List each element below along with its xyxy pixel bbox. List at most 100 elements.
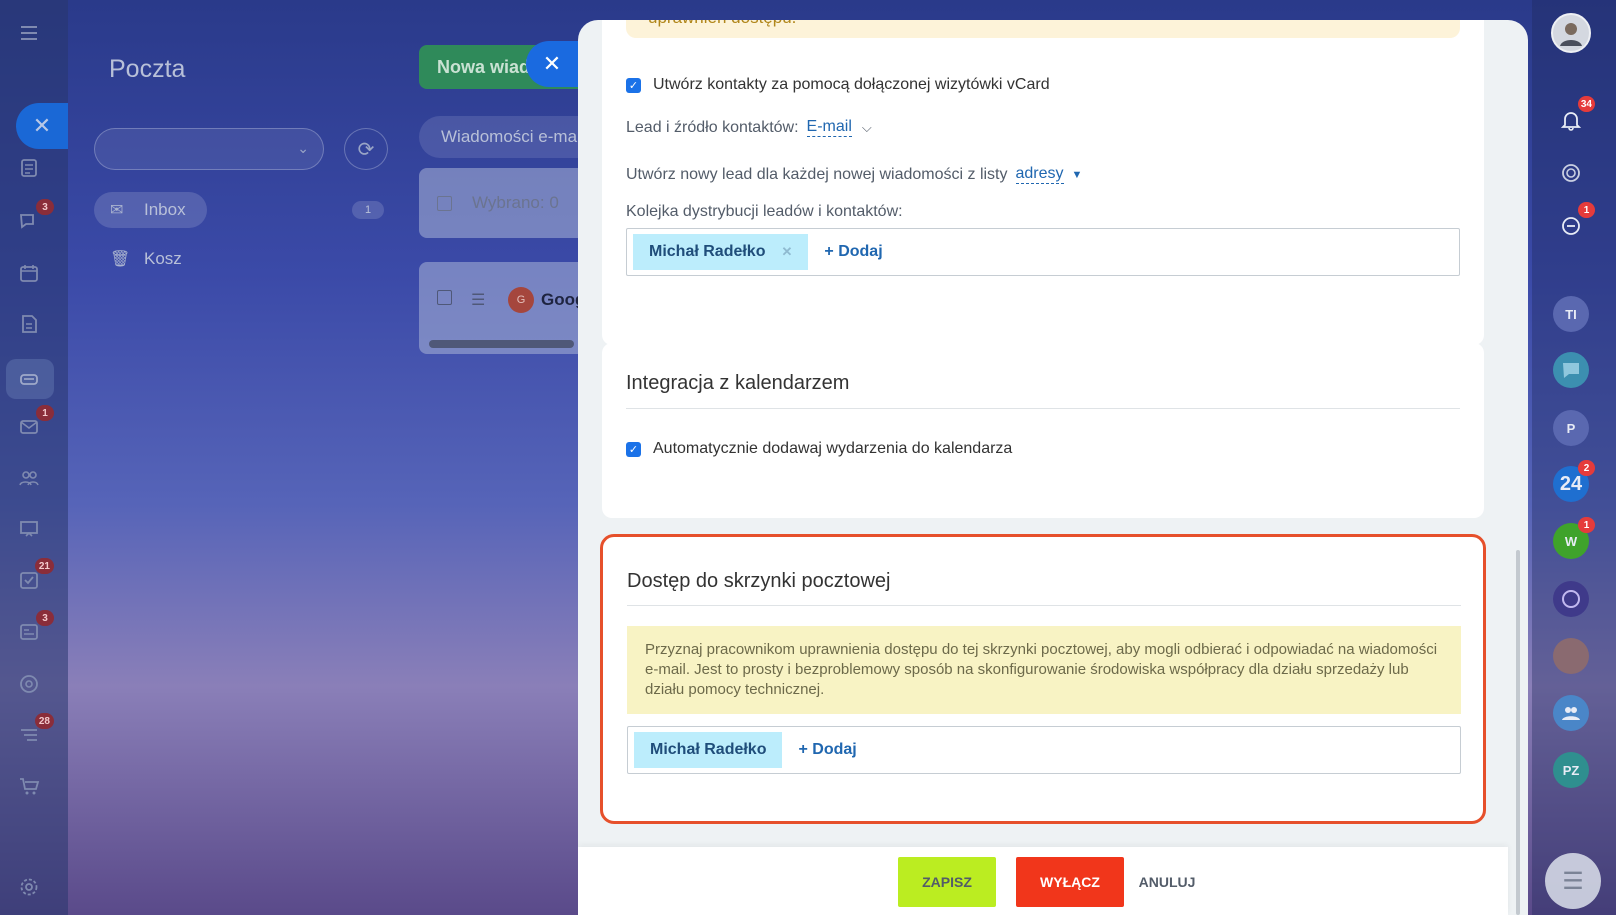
- calendar-checkbox-row[interactable]: ✓ Automatycznie dodawaj wydarzenia do ka…: [626, 440, 1012, 458]
- mail-badge: 1: [36, 405, 54, 421]
- vcard-checkbox[interactable]: ✓: [626, 77, 641, 93]
- search-input[interactable]: Wiadomości e-ma: [419, 116, 579, 158]
- hamburger-menu-icon[interactable]: [16, 20, 42, 46]
- copilot-icon[interactable]: [1553, 581, 1589, 617]
- queue-user-tag: Michał Radełko ✕: [633, 234, 809, 270]
- access-info-box: Przyznaj pracownikom uprawnienia dostępu…: [627, 626, 1461, 714]
- slider-close-icon[interactable]: ✕: [526, 41, 578, 87]
- chevron-down-icon: ⌄: [297, 140, 309, 156]
- automation-icon[interactable]: 28: [16, 713, 54, 748]
- news-icon[interactable]: 3: [16, 610, 54, 645]
- tasks-badge: 21: [34, 558, 54, 574]
- mailbox-select[interactable]: ⌄: [94, 128, 324, 170]
- open-channels-icon[interactable]: 1: [1553, 202, 1595, 244]
- cancel-button[interactable]: ANULUJ: [1130, 857, 1204, 907]
- vcard-label: Utwórz kontakty za pomocą dołączonej wiz…: [653, 76, 1050, 93]
- bitrix24-badge: 2: [1578, 460, 1595, 476]
- open-channels-badge: 1: [1578, 202, 1595, 218]
- open-chats-button[interactable]: ☰: [1545, 853, 1601, 909]
- activity-icon[interactable]: [1553, 155, 1589, 191]
- chat-bubble-icon[interactable]: [1553, 352, 1589, 388]
- access-user-selector[interactable]: Michał Radełko + Dodaj: [627, 726, 1461, 774]
- row-menu-icon[interactable]: ☰: [471, 290, 485, 310]
- refresh-button[interactable]: ⟳: [344, 128, 388, 170]
- settings-gear-icon[interactable]: [16, 874, 42, 900]
- chat-avatar-ti[interactable]: TI: [1553, 296, 1589, 332]
- tasks-icon[interactable]: 21: [16, 558, 54, 593]
- disable-button[interactable]: WYŁĄCZ: [1016, 857, 1124, 907]
- source-row: Lead i źródło kontaktów: E-mail ⌵: [626, 118, 872, 137]
- news-badge: 3: [36, 610, 54, 626]
- access-section-title: Dostęp do skrzynki pocztowej: [627, 570, 891, 592]
- access-user-tag: Michał Radełko: [634, 732, 783, 768]
- add-label: Dodaj: [838, 243, 883, 260]
- calendar-checkbox[interactable]: ✓: [626, 441, 641, 457]
- workgroups-icon[interactable]: [16, 516, 42, 542]
- folder-trash[interactable]: 🗑 Kosz: [94, 241, 182, 277]
- chat-avatar-p[interactable]: P: [1553, 410, 1589, 446]
- target-icon[interactable]: [16, 671, 42, 697]
- chat-avatar-w[interactable]: W 1: [1553, 517, 1595, 559]
- chat-avatar-pz[interactable]: PZ: [1553, 752, 1589, 788]
- queue-user-selector[interactable]: Michał Radełko ✕ + Dodaj: [626, 228, 1460, 276]
- calendar-checkbox-label: Automatycznie dodawaj wydarzenia do kale…: [653, 440, 1013, 457]
- add-queue-user-button[interactable]: + Dodaj: [824, 243, 882, 261]
- sender-avatar: G: [508, 287, 534, 313]
- new-lead-label: Utwórz nowy lead dla każdej nowej wiadom…: [626, 165, 1008, 183]
- notifications-bell-icon[interactable]: 34: [1553, 96, 1595, 138]
- group-chat-icon[interactable]: [1553, 695, 1589, 731]
- new-lead-dropdown[interactable]: adresy: [1015, 165, 1064, 184]
- panel-footer: ZAPISZ WYŁĄCZ ANULUJ: [578, 847, 1508, 915]
- selection-bar: Wybrano: 0: [419, 168, 579, 238]
- remove-tag-icon[interactable]: ✕: [781, 244, 792, 260]
- add-label: Dodaj: [812, 741, 857, 758]
- bitrix24-avatar[interactable]: 24 2: [1553, 460, 1595, 502]
- close-menu-icon[interactable]: ✕: [16, 103, 68, 149]
- horizontal-scrollbar[interactable]: [429, 340, 574, 348]
- access-user-name: Michał Radełko: [650, 741, 767, 758]
- mail-icon[interactable]: 1: [16, 405, 54, 440]
- bitrix24-label: 24: [1559, 472, 1583, 495]
- trash-icon: 🗑: [110, 251, 131, 268]
- mailbox-access-card: Dostęp do skrzynki pocztowej Przyznaj pr…: [600, 534, 1486, 824]
- group-avatar-image[interactable]: [1553, 638, 1589, 674]
- source-label: Lead i źródło kontaktów:: [626, 118, 799, 136]
- queue-user-name: Michał Radełko: [649, 243, 766, 260]
- vcard-checkbox-row[interactable]: ✓ Utwórz kontakty za pomocą dołączonej w…: [626, 76, 1050, 94]
- chevron-down-icon[interactable]: ⌵: [862, 120, 872, 136]
- mail-list-row[interactable]: ☰ G Goog: [419, 262, 585, 354]
- select-all-checkbox[interactable]: [437, 195, 452, 211]
- selected-count: Wybrano: 0: [472, 193, 559, 212]
- page-title: Poczta: [109, 55, 186, 83]
- save-button[interactable]: ZAPISZ: [898, 857, 996, 907]
- calendar-integration-card: Integracja z kalendarzem ✓ Automatycznie…: [602, 343, 1484, 518]
- feed-icon[interactable]: [16, 155, 42, 181]
- crm-icon[interactable]: [16, 366, 42, 392]
- list-icon: ☰: [1562, 867, 1584, 895]
- folder-label: Inbox: [144, 200, 186, 219]
- new-lead-row: Utwórz nowy lead dla każdej nowej wiadom…: [626, 165, 1082, 184]
- warning-text: uprawnień dostępu.: [626, 20, 1460, 38]
- employees-icon[interactable]: [16, 465, 42, 491]
- folder-label: Kosz: [144, 249, 182, 268]
- calendar-icon[interactable]: [16, 260, 42, 286]
- divider: [626, 408, 1460, 409]
- mailbox-settings-panel: uprawnień dostępu. ✓ Utwórz kontakty za …: [578, 20, 1528, 915]
- source-dropdown[interactable]: E-mail: [806, 118, 852, 137]
- chat-icon[interactable]: 3: [16, 199, 54, 234]
- inbox-count-badge: 1: [352, 201, 384, 219]
- left-sidebar: ✕ 3 1 21 3 28: [0, 0, 68, 915]
- user-avatar[interactable]: [1551, 13, 1591, 53]
- queue-label: Kolejka dystrybucji leadów i kontaktów:: [626, 203, 903, 220]
- documents-icon[interactable]: [16, 311, 42, 337]
- calendar-section-title: Integracja z kalendarzem: [626, 372, 850, 394]
- crm-settings-card: uprawnień dostępu. ✓ Utwórz kontakty za …: [602, 20, 1484, 345]
- row-checkbox[interactable]: [437, 290, 452, 305]
- cart-icon[interactable]: [16, 773, 42, 799]
- envelope-icon: ✉: [110, 202, 124, 219]
- folder-inbox[interactable]: ✉ Inbox: [94, 192, 207, 228]
- panel-scrollbar[interactable]: [1516, 550, 1520, 915]
- add-access-user-button[interactable]: + Dodaj: [798, 741, 856, 759]
- caret-down-icon[interactable]: ▼: [1072, 169, 1083, 181]
- automation-badge: 28: [34, 713, 54, 729]
